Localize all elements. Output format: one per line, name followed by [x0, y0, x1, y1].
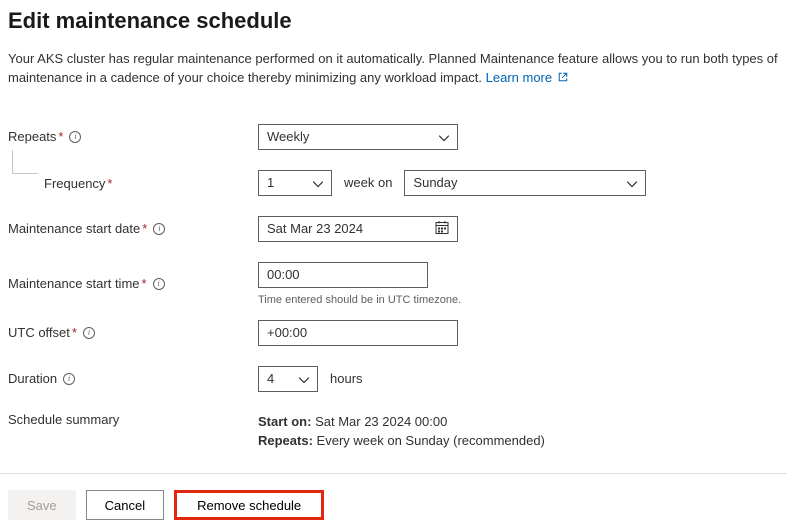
utc-offset-label: UTC offset* i [8, 325, 258, 340]
chevron-down-icon [439, 129, 449, 144]
frequency-label: Frequency* [44, 176, 112, 191]
chevron-down-icon [299, 371, 309, 386]
info-icon[interactable]: i [83, 327, 95, 339]
duration-label: Duration i [8, 371, 258, 386]
remove-schedule-button[interactable]: Remove schedule [174, 490, 324, 520]
info-icon[interactable]: i [153, 223, 165, 235]
calendar-icon [435, 220, 449, 237]
start-date-label: Maintenance start date* i [8, 221, 258, 236]
start-time-label: Maintenance start time* i [8, 276, 258, 291]
external-link-icon [558, 69, 568, 79]
cancel-button[interactable]: Cancel [86, 490, 164, 520]
chevron-down-icon [627, 175, 637, 190]
footer-divider [0, 473, 787, 474]
page-title: Edit maintenance schedule [8, 8, 779, 34]
frequency-day-select[interactable]: Sunday [404, 170, 646, 196]
save-button: Save [8, 490, 76, 520]
chevron-down-icon [313, 175, 323, 190]
indent-connector [12, 150, 38, 174]
summary-label: Schedule summary [8, 412, 258, 427]
utc-offset-input[interactable]: +00:00 [258, 320, 458, 346]
start-time-input[interactable]: 00:00 [258, 262, 428, 288]
frequency-count-select[interactable]: 1 [258, 170, 332, 196]
repeats-select[interactable]: Weekly [258, 124, 458, 150]
frequency-mid-text: week on [344, 175, 392, 190]
repeats-label: Repeats* i [8, 129, 258, 144]
learn-more-link[interactable]: Learn more [486, 70, 568, 85]
summary-content: Start on: Sat Mar 23 2024 00:00 Repeats:… [258, 412, 545, 451]
description-text: Your AKS cluster has regular maintenance… [8, 50, 779, 88]
duration-unit: hours [330, 371, 363, 386]
start-time-hint: Time entered should be in UTC timezone. [258, 294, 461, 306]
info-icon[interactable]: i [69, 131, 81, 143]
info-icon[interactable]: i [153, 278, 165, 290]
duration-select[interactable]: 4 [258, 366, 318, 392]
info-icon[interactable]: i [63, 373, 75, 385]
start-date-input[interactable]: Sat Mar 23 2024 [258, 216, 458, 242]
